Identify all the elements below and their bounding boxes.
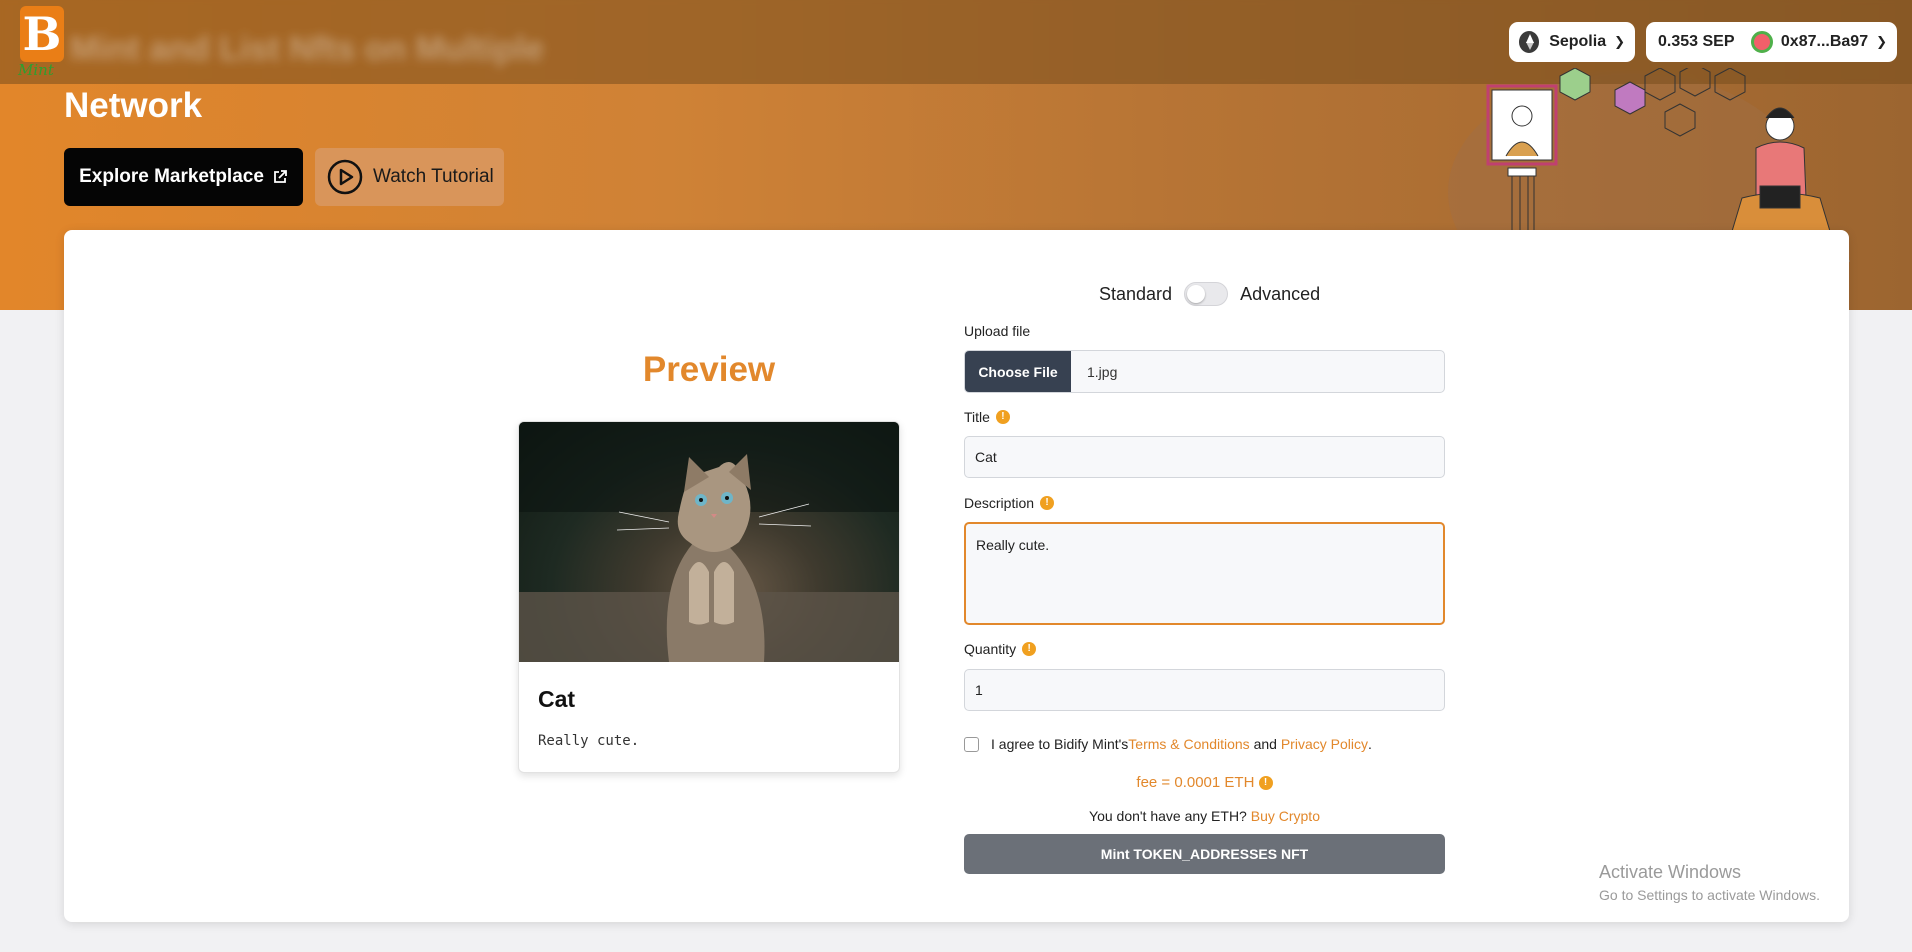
tutorial-label: Watch Tutorial (373, 166, 494, 187)
watch-tutorial-button[interactable]: Watch Tutorial (315, 148, 504, 206)
wallet-balance: 0.353 SEP (1658, 33, 1735, 50)
chevron-down-icon: ❯ (1614, 34, 1625, 49)
explore-marketplace-button[interactable]: Explore Marketplace (64, 148, 303, 206)
preview-card-title: Cat (538, 686, 576, 712)
title-label-text: Title (964, 409, 990, 425)
terms-link[interactable]: Terms & Conditions (1128, 736, 1249, 752)
ethereum-icon (1519, 31, 1540, 53)
mint-nft-button[interactable]: Mint TOKEN_ADDRESSES NFT (964, 834, 1445, 874)
play-circle-icon (327, 159, 363, 195)
bidify-logo[interactable]: B Mint (16, 6, 76, 79)
description-textarea[interactable]: Really cute. (964, 522, 1445, 625)
logo-subtext: Mint (18, 61, 54, 79)
info-icon[interactable]: ! (1022, 642, 1037, 656)
buy-crypto-link[interactable]: Buy Crypto (1251, 808, 1320, 824)
no-eth-text: You don't have any ETH? (1089, 808, 1251, 824)
agree-suffix-text: . (1367, 736, 1372, 752)
info-icon[interactable]: ! (995, 410, 1010, 424)
preview-heading: Preview (642, 350, 776, 389)
upload-file-label: Upload file (964, 323, 1030, 339)
selected-file-name: 1.jpg (1087, 363, 1118, 380)
fee-text: fee = 0.0001 ETH (1136, 774, 1255, 791)
windows-activation-watermark: Activate Windows Go to Settings to activ… (1599, 862, 1820, 903)
wallet-button[interactable]: 0.353 SEP 0x87...Ba97 ❯ (1646, 22, 1897, 62)
logo-letter: B (20, 6, 64, 62)
agree-prefix-text: I agree to Bidify Mint's (991, 736, 1129, 752)
network-selector[interactable]: Sepolia ❯ (1509, 22, 1635, 62)
info-icon[interactable]: ! (1258, 776, 1273, 791)
external-link-icon (274, 170, 287, 183)
watermark-line1: Activate Windows (1599, 862, 1742, 882)
blurred-page-title: Mint and List Nfts on Multiple (70, 30, 545, 68)
chevron-down-icon: ❯ (1876, 34, 1887, 49)
quantity-label: Quantity ! (964, 641, 1037, 657)
agree-and-text: and (1249, 736, 1281, 752)
fee-row: fee = 0.0001 ETH ! (964, 774, 1445, 791)
wallet-address: 0x87...Ba97 (1780, 33, 1869, 50)
buy-crypto-row: You don't have any ETH? Buy Crypto (964, 808, 1445, 824)
watermark-line2: Go to Settings to activate Windows. (1599, 887, 1820, 903)
mint-card (64, 230, 1849, 922)
standard-label: Standard (1099, 283, 1173, 304)
description-label-text: Description (964, 495, 1035, 511)
preview-card-description: Really cute. (538, 733, 640, 749)
choose-file-button[interactable]: Choose File (965, 351, 1071, 392)
nft-preview-card: Cat Really cute. (518, 421, 900, 773)
cat-photo-illustration (519, 422, 899, 662)
quantity-label-text: Quantity (964, 641, 1017, 657)
terms-checkbox[interactable] (964, 736, 979, 752)
file-upload-input[interactable]: Choose File 1.jpg (964, 350, 1445, 393)
wallet-avatar-icon (1750, 31, 1773, 53)
upload-label-text: Upload file (964, 323, 1031, 339)
title-label: Title ! (964, 409, 1010, 425)
cat-preview-image (519, 422, 899, 662)
description-label: Description ! (964, 495, 1055, 511)
terms-agreement-row: I agree to Bidify Mint's Terms & Conditi… (964, 736, 1372, 752)
mode-toggle-row: Standard Advanced (1099, 282, 1320, 306)
network-name: Sepolia (1549, 33, 1607, 50)
info-icon[interactable]: ! (1040, 496, 1055, 510)
title-input[interactable] (964, 436, 1445, 478)
quantity-input[interactable] (964, 669, 1445, 711)
hero-title: Network (64, 86, 203, 125)
privacy-link[interactable]: Privacy Policy (1281, 736, 1368, 752)
advanced-label: Advanced (1240, 283, 1321, 304)
explore-label: Explore Marketplace (79, 166, 264, 187)
mode-toggle-switch[interactable] (1184, 282, 1229, 306)
